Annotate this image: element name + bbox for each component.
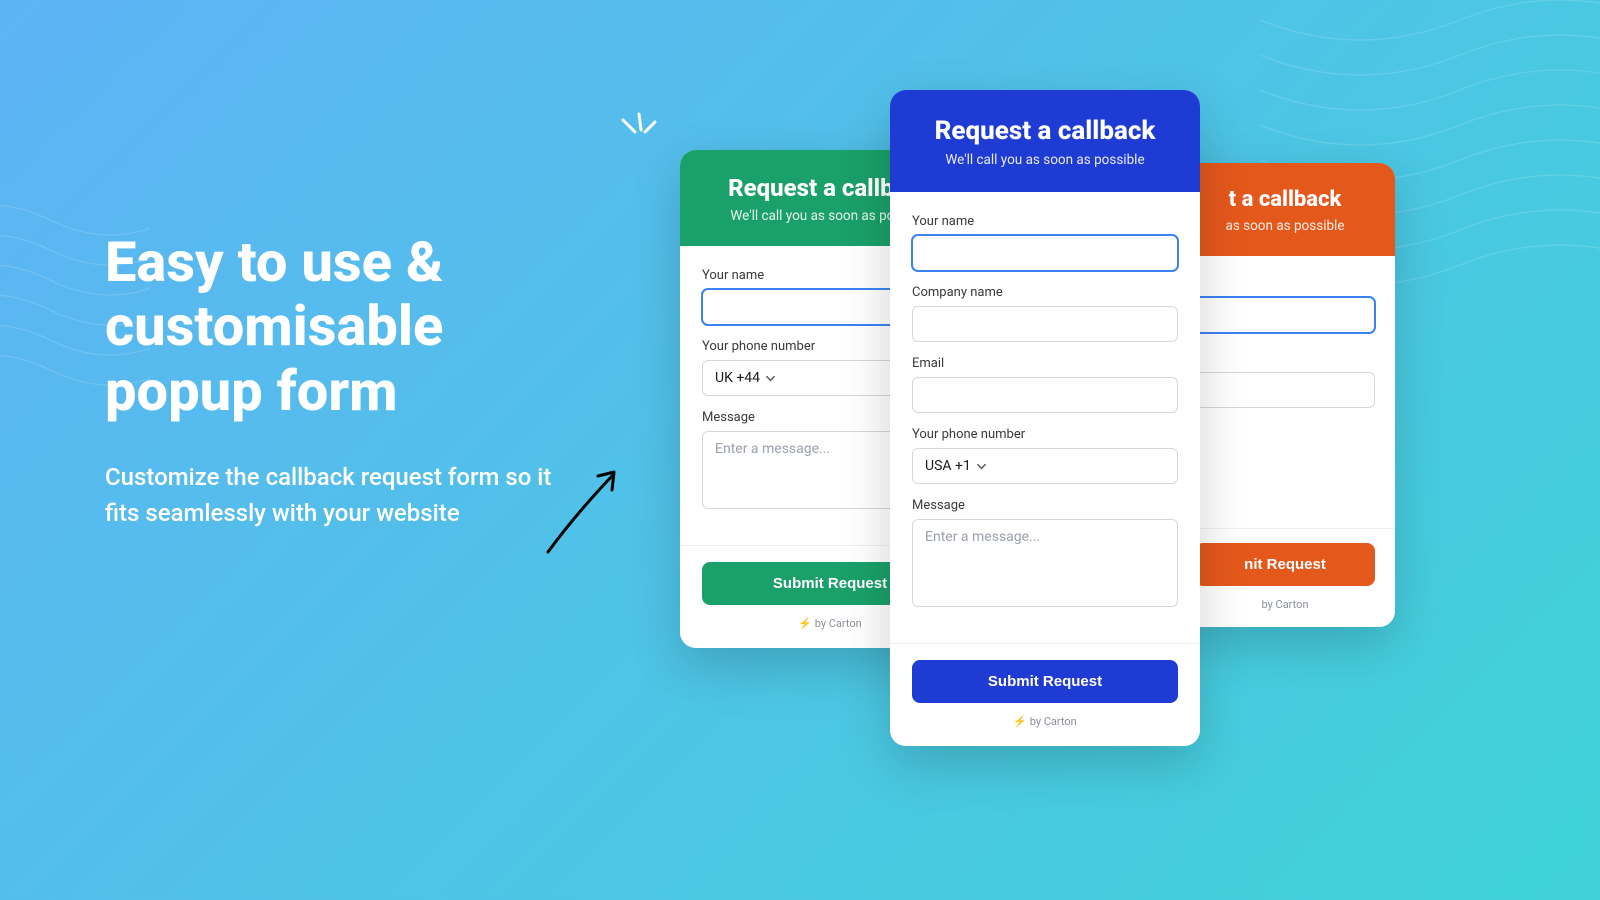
chevron-down-icon — [765, 373, 776, 384]
byline-text: by Carton — [815, 617, 862, 630]
phone-selected-value: UK +44 — [715, 370, 760, 386]
message-input[interactable] — [912, 519, 1178, 607]
hero-headline: Easy to use & customisable popup form — [105, 230, 585, 423]
generic-input[interactable] — [1195, 372, 1375, 408]
message-label: Message — [912, 498, 1178, 513]
name-input[interactable] — [912, 235, 1178, 271]
byline-text: by Carton — [1261, 598, 1308, 611]
byline-text: by Carton — [1030, 715, 1077, 728]
card-header: Request a callback We'll call you as soo… — [890, 90, 1200, 192]
name-label: Your name — [912, 214, 1178, 229]
hero: Easy to use & customisable popup form Cu… — [105, 230, 585, 531]
submit-button[interactable]: Submit Request — [912, 660, 1178, 703]
callback-card-blue: Request a callback We'll call you as soo… — [890, 90, 1200, 746]
bolt-icon: ⚡ — [1013, 715, 1027, 728]
card-title: Request a callback — [910, 116, 1180, 146]
company-label: Company name — [912, 285, 1178, 300]
submit-button[interactable]: nit Request — [1195, 543, 1375, 586]
bolt-icon: ⚡ — [798, 617, 812, 630]
company-input[interactable] — [912, 306, 1178, 342]
card-title: t a callback — [1193, 187, 1377, 212]
chevron-down-icon — [976, 461, 987, 472]
email-input[interactable] — [912, 377, 1178, 413]
phone-selected-value: USA +1 — [925, 458, 971, 474]
phone-label: Your phone number — [912, 427, 1178, 442]
phone-country-select[interactable]: USA +1 — [912, 448, 1178, 484]
hero-subhead: Customize the callback request form so i… — [105, 459, 585, 531]
card-subtitle: We'll call you as soon as possible — [910, 152, 1180, 168]
card-subtitle: as soon as possible — [1193, 218, 1377, 234]
card-header: t a callback as soon as possible — [1175, 163, 1395, 256]
email-label: Email — [912, 356, 1178, 371]
byline: ⚡ by Carton — [912, 715, 1178, 728]
byline: by Carton — [1195, 598, 1375, 611]
name-input[interactable] — [1195, 297, 1375, 333]
callback-card-orange: t a callback as soon as possible nit Req… — [1175, 163, 1395, 627]
sparkle-icon — [615, 110, 663, 158]
